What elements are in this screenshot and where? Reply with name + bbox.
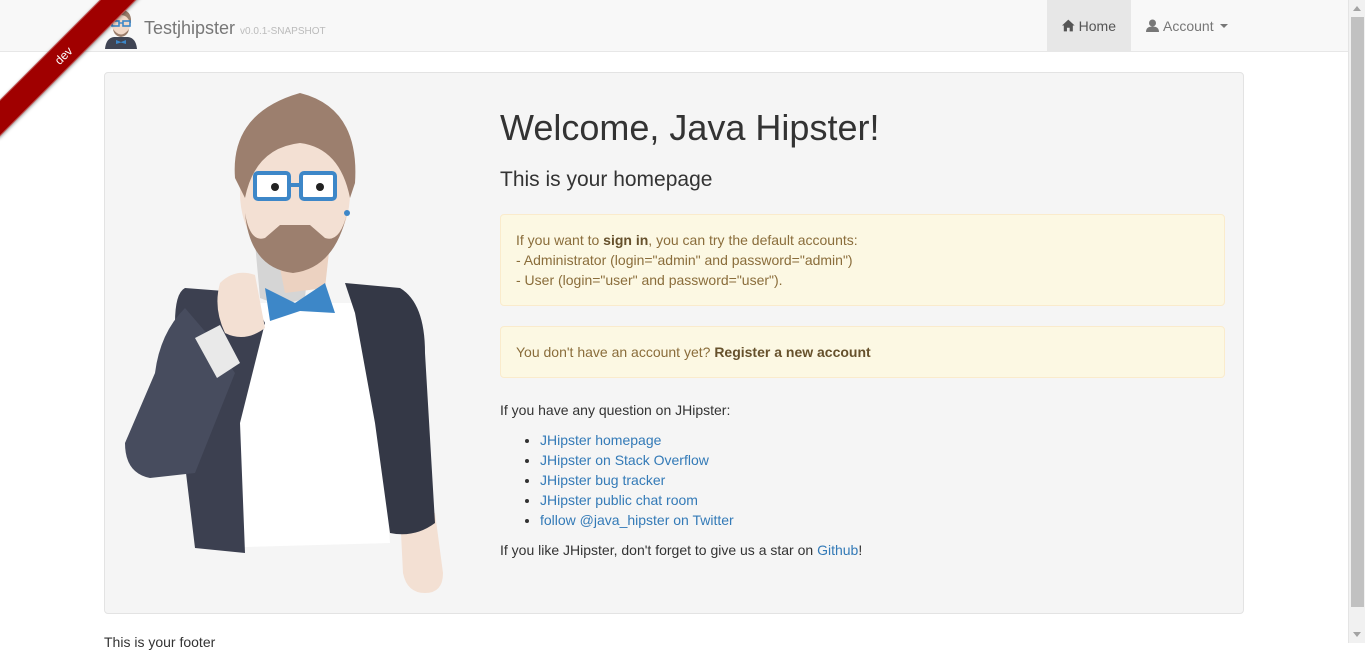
brand-version: v0.0.1-SNAPSHOT (240, 25, 326, 37)
brand-link[interactable]: Testjhipster v0.0.1-SNAPSHOT (102, 8, 326, 49)
scroll-up-icon[interactable] (1353, 6, 1361, 11)
nav-home[interactable]: Home (1047, 0, 1131, 51)
register-alert: You don't have an account yet? Register … (500, 325, 1225, 378)
home-icon (1062, 19, 1075, 32)
nav-account-label: Account (1163, 17, 1214, 34)
signin-prefix: If you want to (516, 231, 604, 248)
list-item: JHipster homepage (540, 430, 1225, 450)
question-text: If you have any question on JHipster: (500, 401, 731, 418)
link-stack-overflow[interactable]: JHipster on Stack Overflow (540, 452, 709, 468)
github-link[interactable]: Github (817, 542, 858, 558)
list-item: JHipster on Stack Overflow (540, 450, 1225, 470)
signin-alert: If you want to sign in, you can try the … (500, 213, 1225, 306)
link-bug-tracker[interactable]: JHipster bug tracker (540, 472, 665, 488)
home-jumbotron: A Welcome, Java Hipster! This is your ho… (104, 72, 1244, 614)
link-twitter[interactable]: follow @java_hipster on Twitter (540, 512, 734, 528)
nav-account-dropdown[interactable]: Account (1131, 0, 1245, 51)
link-jhipster-homepage[interactable]: JHipster homepage (540, 432, 661, 448)
navbar: Testjhipster v0.0.1-SNAPSHOT Home Accoun… (0, 0, 1348, 52)
scroll-thumb[interactable] (1351, 17, 1364, 607)
brand-name: Testjhipster (144, 17, 236, 38)
caret-down-icon (1219, 23, 1228, 28)
page-scrollbar[interactable] (1348, 0, 1365, 643)
list-item: follow @java_hipster on Twitter (540, 510, 1225, 530)
signin-alert-line: If you want to sign in, you can try the … (516, 230, 1209, 250)
page-title: Welcome, Java Hipster! (500, 107, 880, 148)
list-item: JHipster public chat room (540, 490, 1225, 510)
user-account-line: - User (login="user" and password="user"… (516, 271, 783, 288)
signin-link[interactable]: sign in (603, 232, 648, 248)
nav-home-label: Home (1078, 17, 1116, 34)
star-prefix: If you like JHipster, don't forget to gi… (500, 541, 818, 558)
link-chat-room[interactable]: JHipster public chat room (540, 492, 698, 508)
register-link[interactable]: Register a new account (714, 344, 870, 360)
hipster-logo-icon (105, 10, 137, 49)
home-content: Welcome, Java Hipster! This is your home… (500, 108, 1225, 560)
signin-suffix: , you can try the default accounts: (648, 231, 858, 248)
hipster-illustration: A (125, 93, 443, 593)
scroll-down-icon[interactable] (1353, 632, 1361, 637)
links-list: JHipster homepage JHipster on Stack Over… (500, 430, 1225, 530)
footer: This is your footer (104, 634, 216, 650)
register-prefix: You don't have an account yet? (516, 343, 715, 360)
user-icon (1146, 19, 1159, 32)
star-suffix: ! (858, 541, 863, 558)
list-item: JHipster bug tracker (540, 470, 1225, 490)
admin-account-line: - Administrator (login="admin" and passw… (516, 251, 853, 268)
page-subtitle: This is your homepage (500, 167, 713, 191)
star-line: If you like JHipster, don't forget to gi… (500, 540, 1225, 560)
